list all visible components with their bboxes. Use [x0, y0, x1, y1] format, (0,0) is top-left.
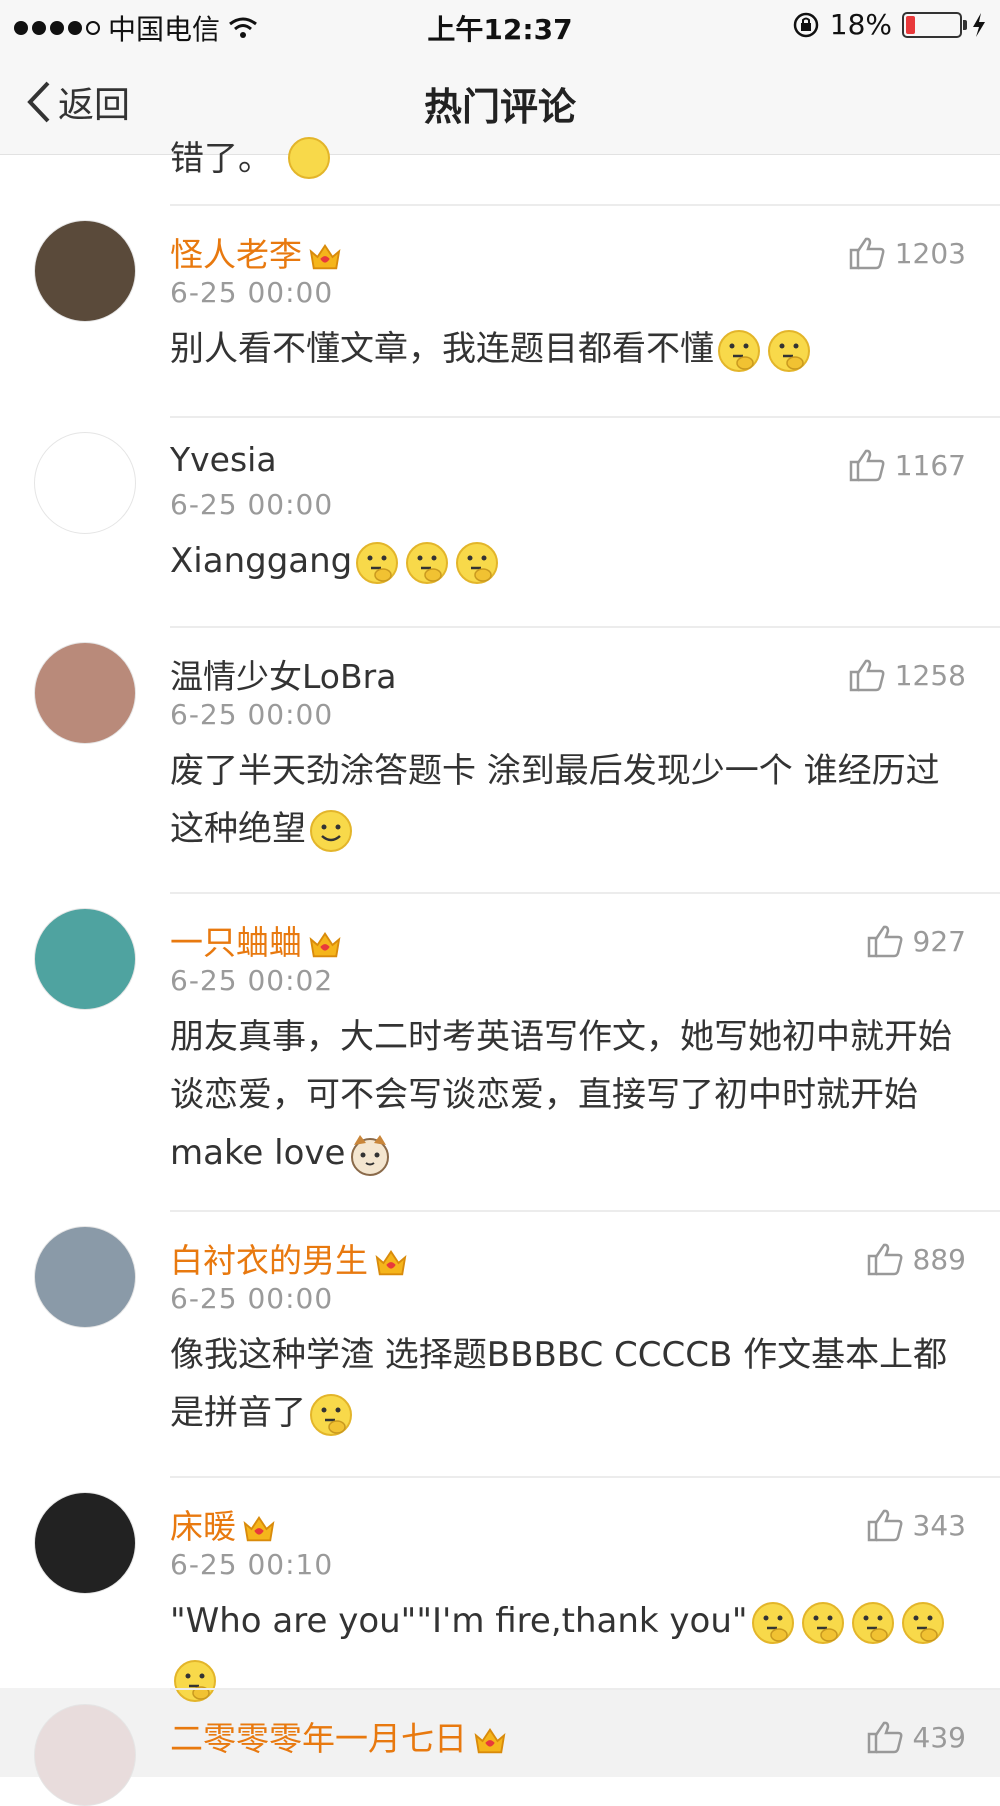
like-count: 1167	[894, 448, 966, 482]
thinking-emoji-icon	[310, 1393, 352, 1436]
comment-time: 6-25 00:00	[170, 276, 334, 309]
thinking-emoji-icon	[174, 1659, 216, 1702]
vip-crown-icon	[309, 243, 341, 269]
avatar[interactable]	[34, 220, 136, 322]
like-count: 343	[912, 1508, 966, 1542]
comment-time: 6-25 00:00	[170, 488, 334, 521]
username[interactable]: Yvesia	[170, 440, 277, 479]
like-button[interactable]: 1258	[849, 658, 966, 692]
divider	[170, 626, 1000, 628]
thumbs-up-icon	[849, 659, 885, 692]
comment-text-label: "Who are you""I'm fire,thank you"	[170, 1601, 748, 1641]
like-count: 1203	[894, 236, 966, 270]
divider	[170, 416, 1000, 418]
like-count: 889	[912, 1242, 966, 1276]
like-button[interactable]: 343	[867, 1508, 966, 1542]
like-button[interactable]: 1167	[849, 448, 966, 482]
avatar[interactable]	[34, 908, 136, 1010]
comment-text: 像我这种学渣 选择题BBBBC CCCCB 作文基本上都是拼音了	[170, 1326, 970, 1442]
comment-text: 废了半天劲涂答题卡 涂到最后发现少一个 谁经历过这种绝望	[170, 742, 970, 858]
vip-crown-icon	[243, 1515, 275, 1541]
thinking-emoji-icon	[768, 329, 810, 372]
vip-crown-icon	[375, 1249, 407, 1275]
partial-comment-label: 错了。	[170, 139, 272, 179]
like-button[interactable]: 927	[867, 924, 966, 958]
status-bar: 中国电信 上午12:37 18%	[0, 0, 1000, 50]
avatar[interactable]	[34, 432, 136, 534]
like-count: 1258	[894, 658, 966, 692]
battery-icon	[902, 11, 967, 38]
divider	[170, 1688, 1000, 1690]
thumbs-up-icon	[849, 449, 885, 482]
avatar[interactable]	[34, 1704, 136, 1806]
thumbs-up-icon	[867, 1243, 902, 1276]
comment-time: 6-25 00:00	[170, 698, 334, 731]
username-label: 怪人老李	[170, 235, 302, 274]
thumbs-up-icon	[867, 1721, 902, 1754]
rotation-lock-icon	[793, 12, 819, 37]
thinking-emoji-icon	[751, 1601, 794, 1644]
like-count: 927	[912, 924, 966, 958]
thumbs-up-icon	[849, 237, 885, 270]
thinking-emoji-icon	[801, 1601, 844, 1644]
like-button[interactable]: 889	[867, 1242, 966, 1276]
thinking-emoji-icon	[718, 329, 760, 372]
thumbs-up-icon	[867, 1509, 902, 1542]
comment-time: 6-25 00:10	[170, 1548, 334, 1581]
username-label: 二零零零年一月七日	[170, 1719, 467, 1758]
username-label: 白衬衣的男生	[170, 1241, 368, 1280]
comment-text: 朋友真事，大二时考英语写作文，她写她初中就开始谈恋爱，可不会写谈恋爱，直接写了初…	[170, 1008, 970, 1182]
smile-emoji-icon	[310, 809, 352, 852]
avatar[interactable]	[34, 1226, 136, 1328]
page-title: 热门评论	[423, 85, 576, 129]
username-label: Yvesia	[170, 440, 277, 479]
comment-text-label: 像我这种学渣 选择题BBBBC CCCCB 作文基本上都是拼音了	[170, 1335, 948, 1433]
divider	[170, 204, 1000, 206]
username[interactable]: 床暖	[170, 1500, 276, 1548]
divider	[170, 1210, 1000, 1212]
comment-text-label: 废了半天劲涂答题卡 涂到最后发现少一个 谁经历过这种绝望	[170, 751, 940, 849]
comment-text-label: 朋友真事，大二时考英语写作文，她写她初中就开始谈恋爱，可不会写谈恋爱，直接写了初…	[170, 1017, 952, 1173]
like-button[interactable]: 1203	[849, 236, 966, 270]
thinking-emoji-icon	[356, 541, 399, 584]
username[interactable]: 白衬衣的男生	[170, 1234, 408, 1282]
avatar[interactable]	[34, 1492, 136, 1594]
divider	[170, 1476, 1000, 1478]
username[interactable]: 一只蛐蛐	[170, 916, 342, 964]
username[interactable]: 温情少女LoBra	[170, 650, 396, 698]
vip-crown-icon	[474, 1727, 506, 1753]
thinking-emoji-icon	[406, 541, 449, 584]
username-label: 床暖	[170, 1507, 236, 1546]
like-count: 439	[912, 1720, 966, 1754]
battery-percent: 18%	[829, 8, 892, 41]
nav-bar: 返回 热门评论	[0, 50, 1000, 155]
comment-text-label: 别人看不懂文章，我连题目都看不懂	[170, 329, 714, 369]
partial-comment-text: 错了。	[170, 130, 334, 180]
vip-crown-icon	[309, 931, 341, 957]
comment-time: 6-25 00:02	[170, 964, 334, 997]
like-button[interactable]: 439	[867, 1720, 966, 1754]
comment-text: 别人看不懂文章，我连题目都看不懂	[170, 320, 970, 378]
username[interactable]: 二零零零年一月七日	[170, 1712, 507, 1760]
username[interactable]: 怪人老李	[170, 228, 342, 276]
username-label: 一只蛐蛐	[170, 923, 302, 962]
comment-text: "Who are you""I'm fire,thank you"	[170, 1592, 970, 1708]
comment-text: Xianggang	[170, 532, 970, 590]
charging-icon	[973, 12, 985, 37]
thinking-emoji-icon	[901, 1601, 944, 1644]
thumbs-up-icon	[867, 925, 902, 958]
divider	[170, 892, 1000, 894]
username-label: 温情少女LoBra	[170, 657, 397, 696]
comment-time: 6-25 00:00	[170, 1282, 334, 1315]
thinking-emoji-icon	[851, 1601, 894, 1644]
avatar[interactable]	[34, 642, 136, 744]
smile-emoji-icon	[288, 137, 330, 179]
cat-emoji-icon	[351, 1134, 390, 1176]
thinking-emoji-icon	[456, 541, 499, 584]
comment-text-label: Xianggang	[170, 541, 353, 581]
